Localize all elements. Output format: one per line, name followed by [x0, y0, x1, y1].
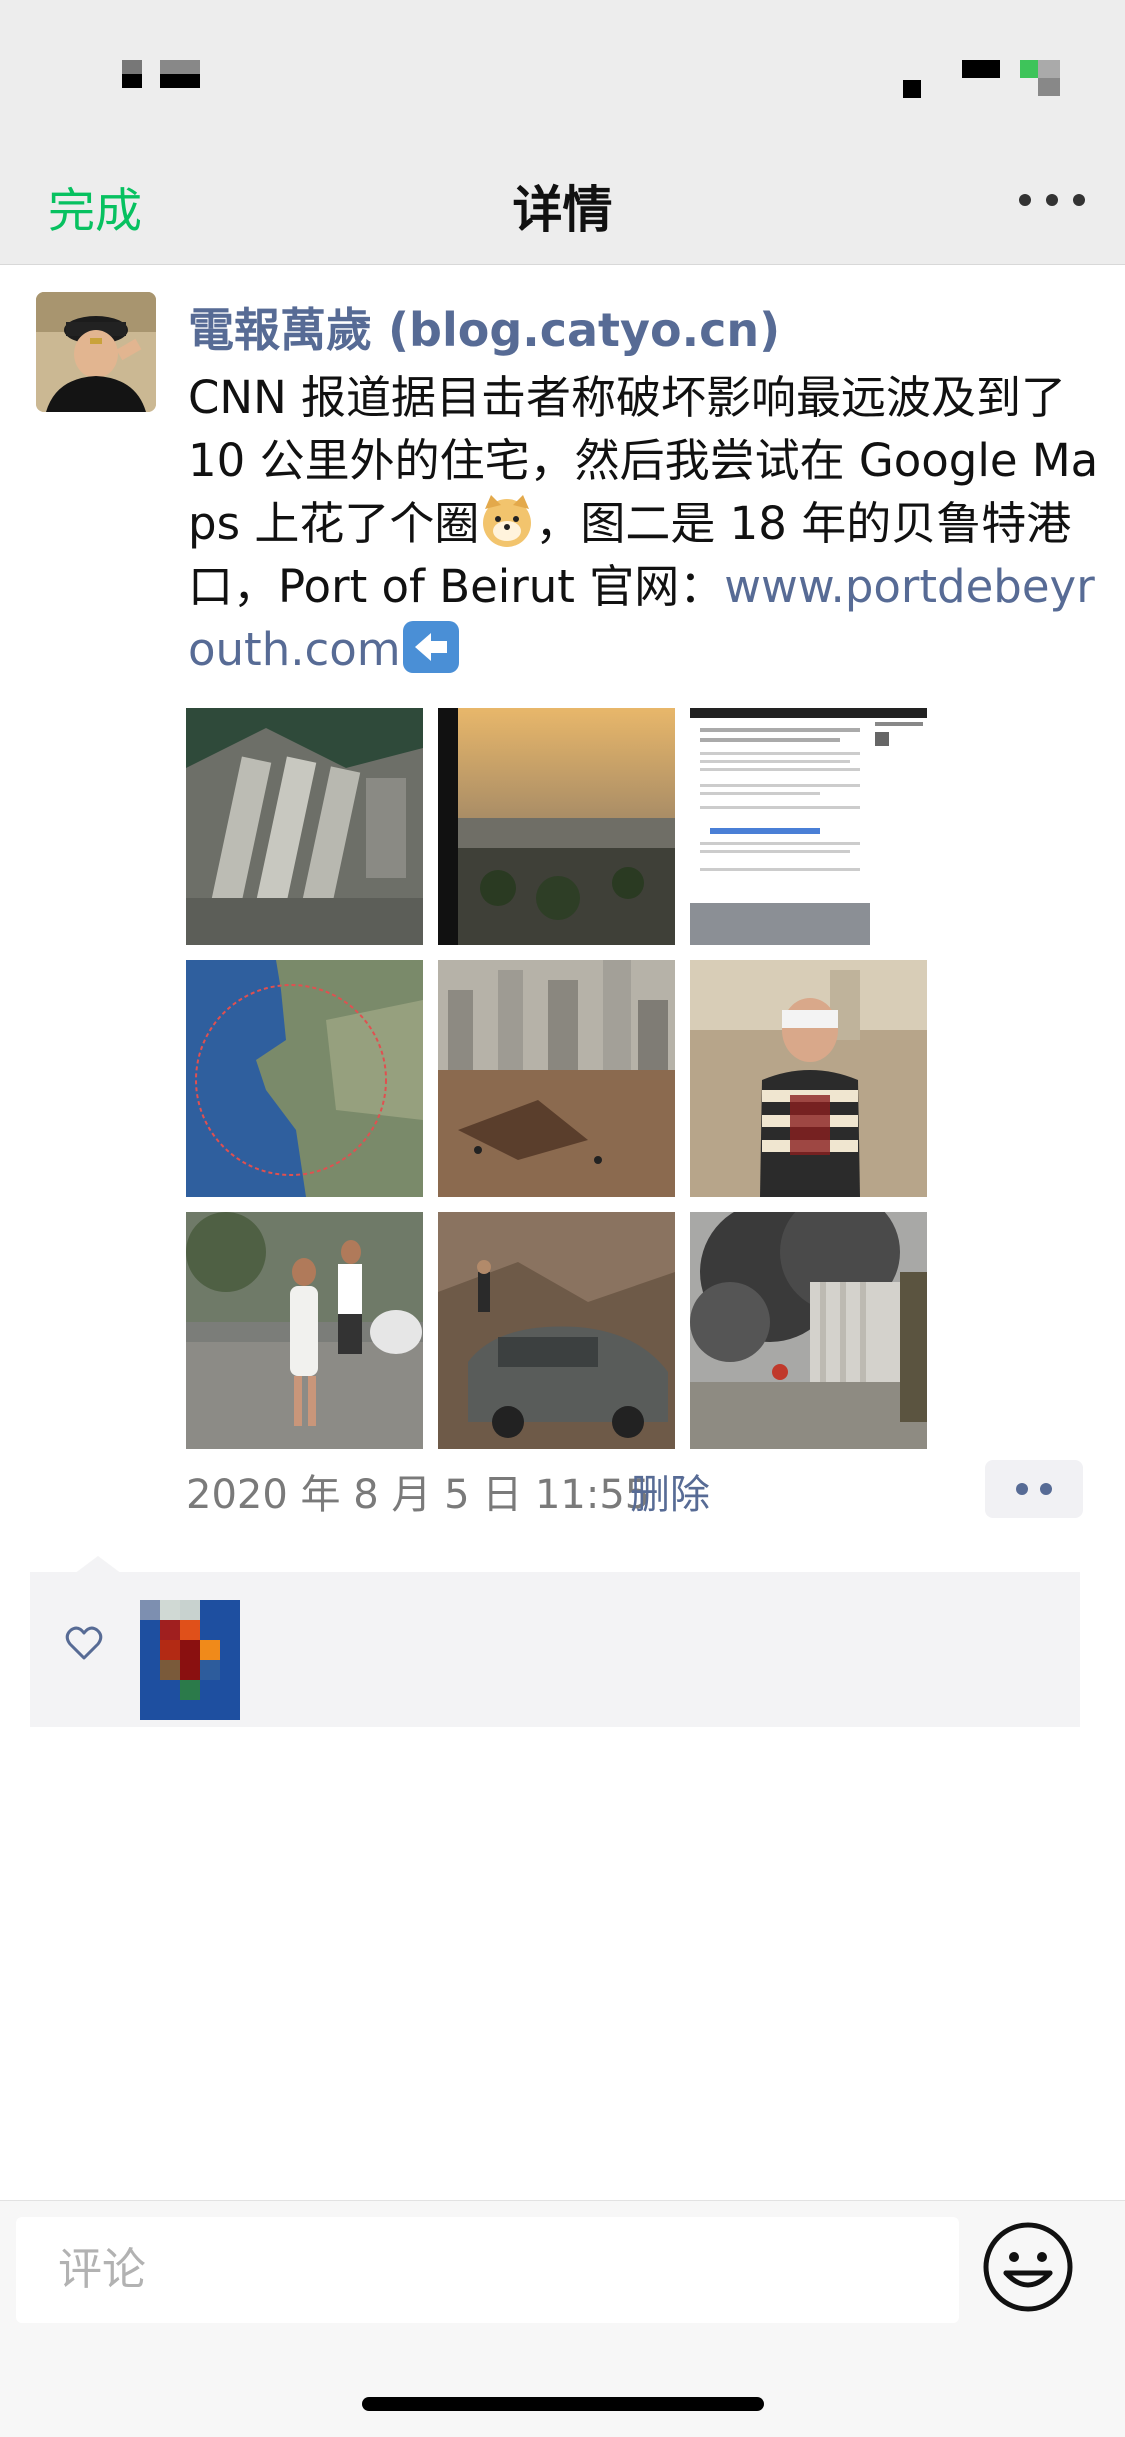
post-actions-button[interactable]	[985, 1460, 1083, 1518]
emoji-icon[interactable]	[982, 2221, 1074, 2313]
author-avatar[interactable]	[36, 292, 156, 412]
heart-icon	[64, 1624, 104, 1664]
status-time-pixel	[160, 60, 200, 74]
post-image-1[interactable]	[186, 708, 423, 945]
status-bar	[0, 0, 1125, 140]
post-image-2[interactable]	[438, 708, 675, 945]
left-arrow-emoji-icon	[401, 619, 461, 675]
post-image-7[interactable]	[186, 1212, 423, 1449]
nav-bar: 完成 详情	[0, 140, 1125, 265]
image-grid	[186, 708, 927, 1449]
comment-input[interactable]: 评论	[16, 2217, 959, 2323]
battery-icon	[1038, 60, 1060, 78]
status-time-pixel	[122, 60, 142, 74]
more-options-icon[interactable]	[1019, 192, 1085, 208]
post-image-9[interactable]	[690, 1212, 927, 1449]
post-image-8[interactable]	[438, 1212, 675, 1449]
liker-avatar[interactable]	[140, 1600, 240, 1720]
comment-bar: 评论	[0, 2200, 1125, 2437]
post-image-6[interactable]	[690, 960, 927, 1197]
doge-emoji-icon	[479, 493, 535, 549]
post-image-3[interactable]	[690, 708, 927, 945]
status-time-pixel	[160, 74, 200, 88]
wifi-icon	[962, 60, 1000, 78]
post-image-5[interactable]	[438, 960, 675, 1197]
status-time-pixel	[122, 74, 142, 88]
likes-section	[30, 1572, 1080, 1727]
home-indicator[interactable]	[362, 2397, 764, 2411]
post-timestamp: 2020 年 8 月 5 日 11:55	[186, 1472, 651, 1518]
page-title: 详情	[512, 181, 613, 239]
delete-button[interactable]: 删除	[630, 1462, 710, 1520]
signal-icon	[903, 80, 921, 98]
post-text: CNN 报道据目击者称破坏影响最远波及到了 10 公里外的住宅，然后我尝试在 G…	[188, 366, 1100, 681]
battery-icon	[1020, 60, 1038, 78]
post-image-4[interactable]	[186, 960, 423, 1197]
author-name[interactable]: 電報萬歲 (blog.catyo.cn)	[188, 294, 780, 360]
battery-icon	[1038, 78, 1060, 96]
